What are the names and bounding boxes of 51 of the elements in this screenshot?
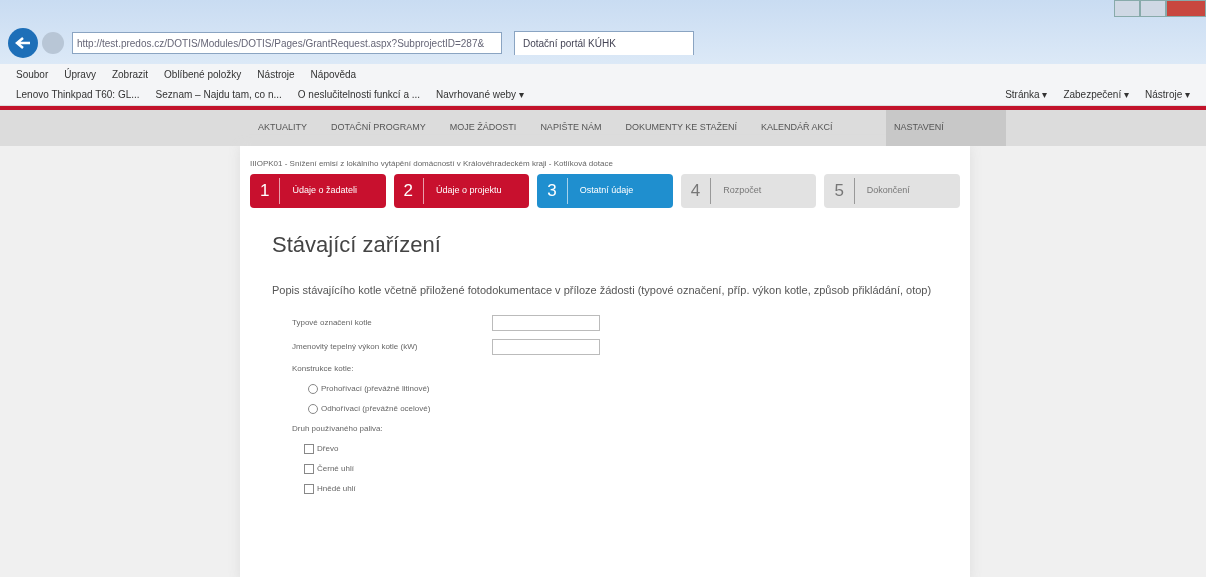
favorite-link[interactable]: Navrhované weby ▾ [436, 87, 524, 102]
step-tab[interactable]: 4 Rozpočet [680, 174, 817, 208]
step-tab[interactable]: 2 Údaje o projektu [393, 174, 530, 208]
favorite-link[interactable]: Lenovo Thinkpad T60: GL... [16, 87, 140, 102]
nav-link[interactable]: MOJE ŽÁDOSTI [449, 121, 517, 135]
nav-link[interactable]: DOTAČNÍ PROGRAMY [331, 121, 426, 135]
menu-item[interactable]: Nástroje [257, 66, 295, 82]
radio-button[interactable] [308, 403, 318, 414]
menu-item[interactable]: Oblíbené položky [164, 66, 242, 82]
step-tab[interactable]: 1 Údaje o žadateli [250, 174, 386, 208]
option-label: Dřevo [317, 442, 339, 455]
favorite-link[interactable]: O neslučitelnosti funkcí a ... [297, 87, 421, 102]
back-arrow-icon [15, 36, 31, 50]
nav-link[interactable]: KALENDÁŘ AKCÍ [761, 121, 833, 135]
option-label: Hnědé uhlí [317, 482, 356, 495]
checkbox[interactable] [304, 443, 314, 454]
field-label: Jmenovitý tepelný výkon kotle (kW) [292, 340, 419, 353]
field-label: Konstrukce kotle: [292, 362, 355, 375]
breadcrumb-text: IIIOPK01 - Snížení emisí z lokálního vytápění domácností v Královéhradeckém kraji - Kotlíková dotace [250, 158, 614, 170]
close-button[interactable] [1166, 0, 1206, 17]
menu-item[interactable]: Zobrazit [111, 66, 149, 82]
command-button[interactable]: Nástroje ▾ [1145, 87, 1190, 102]
radio-button[interactable] [308, 383, 318, 394]
minimize-button[interactable] [1114, 0, 1140, 17]
field-label: Typové označení kotle [292, 316, 373, 329]
menu-item[interactable]: Soubor [16, 66, 49, 82]
back-button[interactable] [8, 28, 38, 58]
nav-link[interactable]: AKTUALITY [258, 121, 307, 135]
favorite-link[interactable]: Seznam – Najdu tam, co n... [155, 87, 282, 102]
description-text: Popis stávajícího kotle včetně přiložené fotodokumentace v příloze žádosti (typové označení, příp. výkon kotle, způsob přikládání, otop) [272, 283, 933, 299]
command-button[interactable]: Zabezpečení ▾ [1063, 87, 1129, 102]
nav-link[interactable]: NAPIŠTE NÁM [540, 121, 602, 135]
input-field[interactable] [492, 314, 600, 331]
checkbox[interactable] [304, 463, 314, 474]
step-tab[interactable]: 3 Ostatní údaje [537, 174, 673, 208]
settings-nav-link[interactable]: NASTAVENÍ [886, 110, 1006, 146]
menu-item[interactable]: Nápověda [310, 66, 357, 82]
maximize-button[interactable] [1140, 0, 1166, 17]
option-label: Černé uhlí [317, 462, 354, 475]
nav-link[interactable]: DOKUMENTY KE STAŽENÍ [625, 121, 738, 135]
command-button[interactable]: Stránka ▾ [1005, 87, 1048, 102]
step-tab[interactable]: 5 Dokončení [824, 174, 960, 208]
checkbox[interactable] [304, 483, 314, 494]
section-heading: Stávající zařízení [272, 232, 442, 259]
field-label: Druh používaného paliva: [292, 422, 384, 435]
option-label: Prohořívací (převážně litinové) [321, 382, 430, 395]
option-label: Odhořívací (převážně ocelové) [321, 402, 431, 415]
browser-tab[interactable]: Dotační portál KÚHK [514, 31, 694, 55]
menu-item[interactable]: Úpravy [64, 66, 96, 82]
address-field[interactable]: http://test.predos.cz/DOTIS/Modules/DOTIS/Pages/GrantRequest.aspx?SubprojectID=287& [72, 32, 502, 54]
input-field[interactable] [492, 338, 600, 355]
